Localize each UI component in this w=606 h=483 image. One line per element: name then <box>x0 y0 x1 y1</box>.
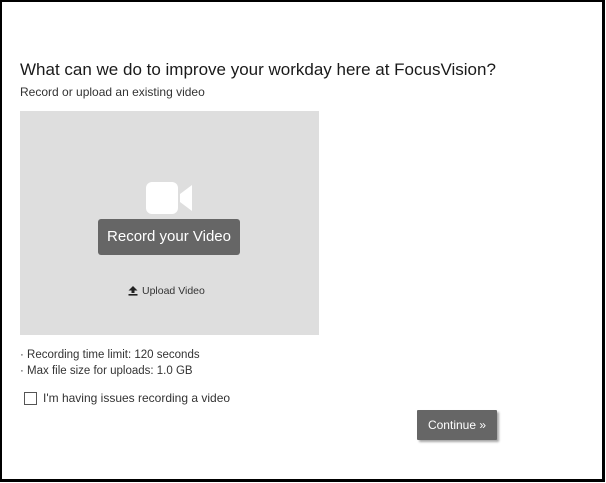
upload-video-link[interactable]: Upload Video <box>128 285 205 297</box>
record-video-button[interactable]: Record your Video <box>98 219 240 255</box>
recording-issue-label[interactable]: I'm having issues recording a video <box>43 391 230 405</box>
question-title: What can we do to improve your workday h… <box>20 60 496 79</box>
recording-issue-option[interactable]: I'm having issues recording a video <box>24 391 230 405</box>
survey-frame: What can we do to improve your workday h… <box>0 0 605 482</box>
max-file-size-info: · Max file size for uploads: 1.0 GB <box>20 365 193 377</box>
video-recorder-panel: Record your Video Upload Video <box>20 111 319 335</box>
question-subtext: Record or upload an existing video <box>20 85 205 99</box>
video-camera-icon <box>146 182 192 214</box>
upload-icon <box>128 286 138 296</box>
continue-button[interactable]: Continue » <box>417 410 497 440</box>
recording-info-list: · Recording time limit: 120 seconds · Ma… <box>20 347 200 379</box>
recording-issue-checkbox[interactable] <box>24 391 37 405</box>
time-limit-info: · Recording time limit: 120 seconds <box>20 349 200 361</box>
upload-video-label: Upload Video <box>142 285 205 297</box>
